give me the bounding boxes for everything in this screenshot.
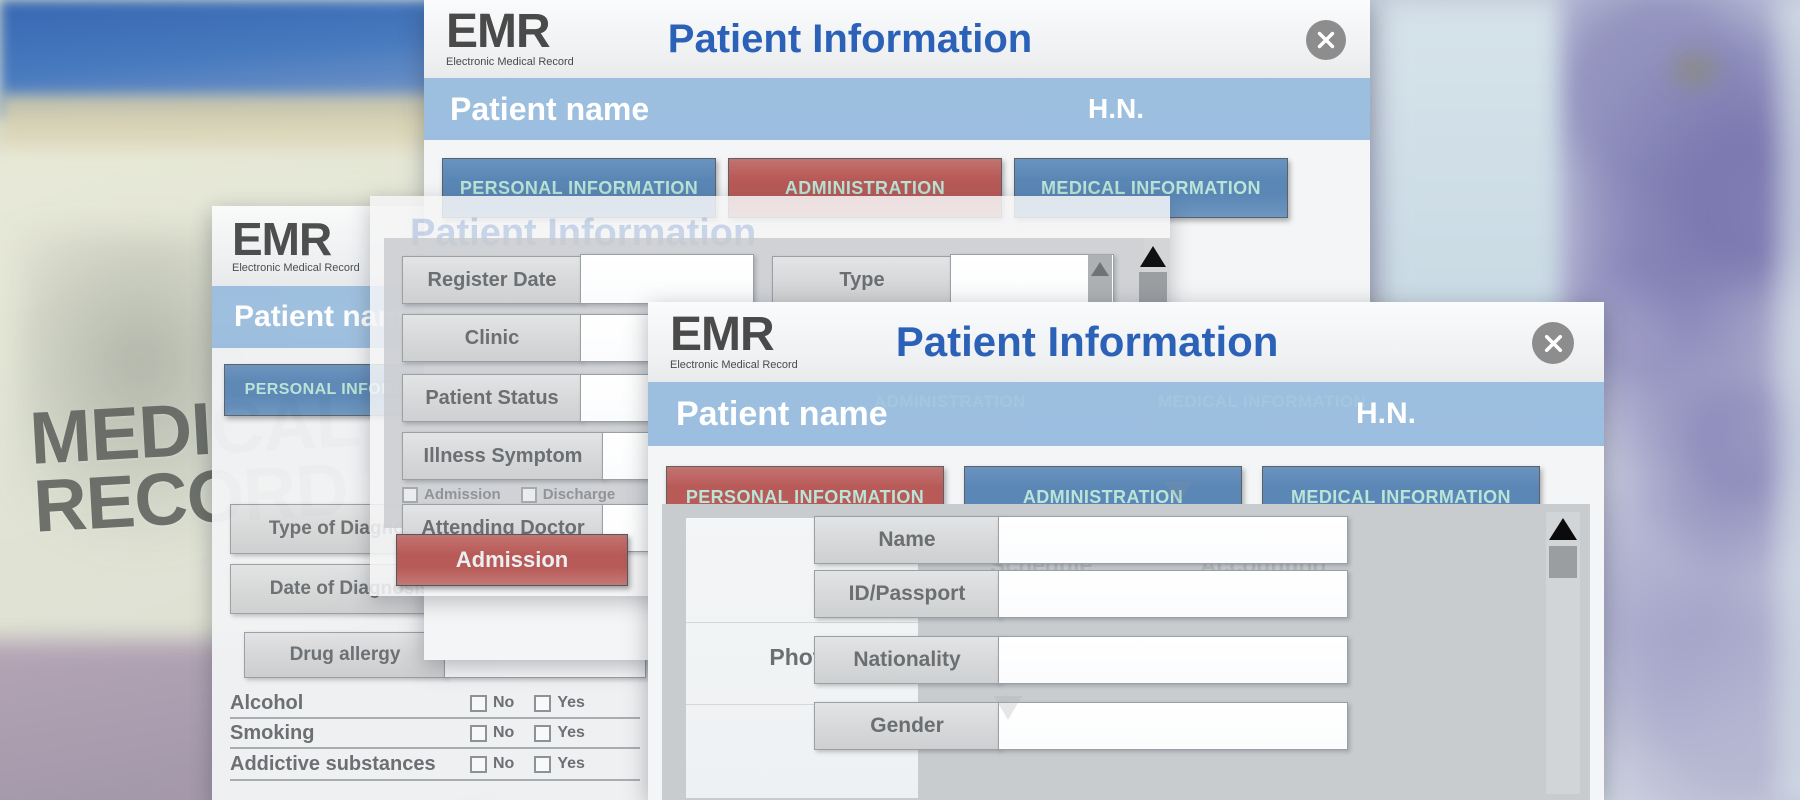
triangle-up-icon[interactable] [1091, 262, 1109, 276]
brand-subtitle: Electronic Medical Record [232, 262, 360, 275]
hn-label-top: H.N. [1088, 93, 1144, 124]
window-title-top: Patient Information [667, 16, 1033, 61]
field-input-gender[interactable] [998, 702, 1348, 750]
field-label-id-passport: ID/Passport [814, 570, 1000, 618]
field-label-nationality: Nationality [814, 636, 1000, 684]
label-text: Illness Symptom [423, 444, 583, 467]
option-label: Discharge [542, 486, 616, 503]
table-row[interactable]: Alcohol No Yes [230, 689, 640, 719]
habit-label: Addictive substances [230, 752, 436, 775]
label-text: Name [878, 528, 936, 551]
habit-option-no[interactable]: No [470, 755, 514, 773]
bg-dark-blur [1660, 40, 1730, 100]
habit-option-no[interactable]: No [470, 724, 514, 742]
window-front-titlebar: EMR Electronic Medical Record Patient In… [648, 302, 1604, 382]
habit-option-yes[interactable]: Yes [534, 724, 585, 742]
option-label: Yes [557, 755, 585, 772]
checkbox-icon[interactable] [470, 694, 487, 712]
brand-subtitle: Electronic Medical Record [446, 56, 574, 69]
label-text: Register Date [427, 268, 557, 291]
field-label-clinic: Clinic [402, 314, 582, 362]
brand-logo-top: EMR Electronic Medical Record [446, 4, 574, 69]
option-label: Admission [424, 486, 501, 503]
label-text: Patient Status [425, 386, 559, 409]
table-row[interactable]: Smoking No Yes [230, 719, 640, 749]
checkbox-icon[interactable] [520, 486, 537, 503]
window-top-patient-bar: Patient name H.N. [424, 78, 1370, 140]
field-label-type: Type [772, 256, 952, 304]
field-input-name[interactable] [998, 516, 1348, 564]
checkbox-icon[interactable] [470, 724, 487, 742]
close-icon[interactable] [1306, 20, 1346, 60]
label-text: Drug allergy [289, 644, 401, 665]
window-front-patient-bar: ADMINISTRATION MEDICAL INFORMATION Patie… [648, 382, 1604, 446]
habit-label: Smoking [230, 721, 315, 744]
field-label-name: Name [814, 516, 1000, 564]
ghost-tab-medical-information: MEDICAL INFORMATION [1158, 392, 1367, 411]
field-type-scrollbar[interactable] [1088, 254, 1112, 302]
brand-abbr: EMR [446, 4, 551, 58]
scrollbar-thumb[interactable] [1139, 272, 1167, 302]
label-text: Type [839, 268, 885, 291]
label-text: Nationality [853, 648, 961, 671]
checkbox-icon[interactable] [534, 724, 552, 742]
field-label-register-date: Register Date [402, 256, 582, 304]
habit-label: Alcohol [230, 691, 304, 714]
habit-option-no[interactable]: No [470, 694, 514, 712]
triangle-up-icon[interactable] [1140, 246, 1166, 267]
option-label: No [493, 724, 515, 741]
brand-abbr: EMR [232, 212, 332, 265]
habit-checkbox-table: Alcohol No Yes Smoking No Yes Addictive … [230, 689, 640, 781]
field-label-drug-allergy: Drug allergy [244, 632, 446, 678]
field-input-id-passport[interactable] [998, 570, 1348, 618]
triangle-up-icon[interactable] [1549, 518, 1577, 540]
brand-logo-front: EMR Electronic Medical Record [670, 307, 798, 372]
option-label: Yes [557, 694, 585, 711]
brand-subtitle: Electronic Medical Record [670, 359, 798, 372]
field-label-patient-status: Patient Status [402, 374, 582, 422]
patient-name-label-front: Patient name [676, 394, 888, 433]
field-label-illness-symptom: Illness Symptom [402, 432, 604, 480]
admission-discharge-checkboxes[interactable]: Admission Discharge [402, 486, 615, 503]
hn-label-front: H.N. [1356, 397, 1416, 430]
screenshot-stage: MEDICAL RECORD EMR Electronic Medical Re… [0, 0, 1800, 800]
close-icon[interactable] [1532, 322, 1574, 364]
button-label: Admission [455, 547, 569, 572]
option-label: No [493, 694, 515, 711]
option-label: No [493, 755, 515, 772]
bg-right-edge [1770, 0, 1800, 800]
label-text: ID/Passport [848, 582, 966, 605]
label-text: Clinic [464, 326, 520, 349]
label-text: Gender [870, 714, 944, 737]
window-front-body: Health Status Schedule Accounting Photo … [662, 504, 1590, 800]
habit-option-yes[interactable]: Yes [534, 694, 585, 712]
window-front-personal-information[interactable]: EMR Electronic Medical Record Patient In… [648, 302, 1604, 800]
option-label: Yes [557, 724, 585, 741]
table-row[interactable]: Addictive substances No Yes [230, 749, 640, 781]
window-title-front: Patient Information [895, 318, 1279, 365]
checkbox-icon[interactable] [534, 755, 552, 773]
field-input-nationality[interactable] [998, 636, 1348, 684]
checkbox-admission[interactable]: Admission [402, 486, 501, 503]
checkbox-icon[interactable] [470, 755, 487, 773]
checkbox-icon[interactable] [534, 694, 552, 712]
habit-option-yes[interactable]: Yes [534, 755, 585, 773]
window-top-titlebar: EMR Electronic Medical Record Patient In… [424, 0, 1370, 78]
admission-button[interactable]: Admission [396, 534, 628, 586]
field-input-register-date[interactable] [580, 254, 754, 304]
field-label-gender: Gender [814, 702, 1000, 750]
brand-logo-left: EMR Electronic Medical Record [232, 212, 360, 275]
ghost-tab-administration: ADMINISTRATION [874, 392, 1026, 411]
window-front-scrollbar[interactable] [1546, 512, 1580, 794]
patient-name-label-top: Patient name [450, 90, 650, 127]
brand-abbr: EMR [670, 307, 775, 361]
scrollbar-thumb[interactable] [1549, 546, 1577, 578]
checkbox-icon[interactable] [402, 486, 418, 503]
checkbox-discharge[interactable]: Discharge [520, 486, 616, 503]
